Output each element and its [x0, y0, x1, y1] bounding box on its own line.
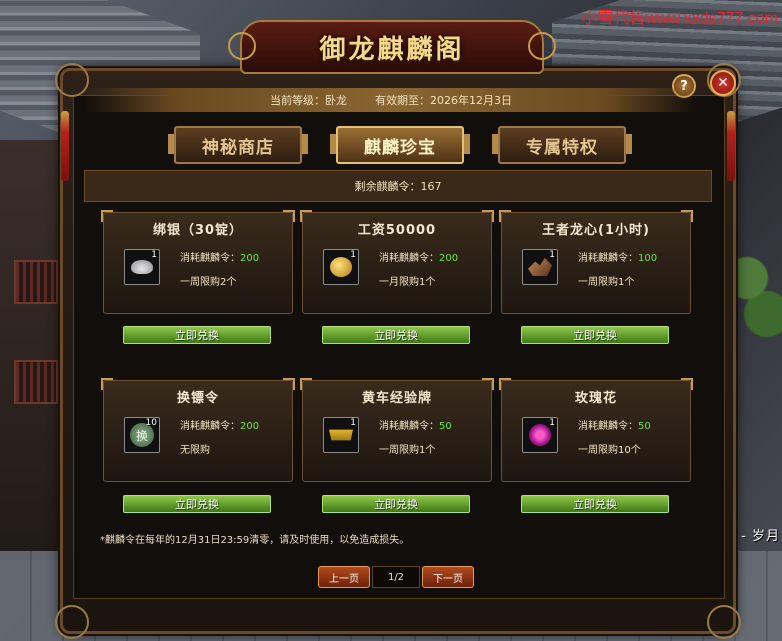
- corner-ornament: [55, 605, 89, 639]
- redeem-button[interactable]: 立即兑换: [521, 495, 669, 513]
- dragon-heart-icon[interactable]: 1: [522, 249, 558, 285]
- cost-prefix: 消耗麒麟令：: [379, 253, 439, 264]
- redeem-button[interactable]: 立即兑换: [322, 326, 470, 344]
- item-card: 王者龙心(1小时) 1 消耗麒麟令：100 一周限购1个: [499, 210, 693, 314]
- item-cost: 消耗麒麟令：50: [379, 417, 452, 432]
- redeem-button[interactable]: 立即兑换: [123, 495, 271, 513]
- item-card: 换镖令 换 10 消耗麒麟令：200 无限购: [101, 378, 295, 482]
- cost-prefix: 消耗麒麟令：: [379, 421, 439, 432]
- item-cost: 消耗麒麟令：200: [180, 249, 259, 264]
- cost-prefix: 消耗麒麟令：: [578, 421, 638, 432]
- item-name: 换镖令: [176, 391, 219, 406]
- redeem-button[interactable]: 立即兑换: [521, 326, 669, 344]
- item-cost: 消耗麒麟令：50: [578, 417, 651, 432]
- corner-ornament: [707, 605, 741, 639]
- escort-token-icon[interactable]: 换 10: [124, 417, 160, 453]
- silver-ingot-icon[interactable]: 1: [124, 249, 160, 285]
- item-name: 绑银（30锭）: [152, 223, 244, 238]
- tab-mystery-shop[interactable]: 神秘商店: [168, 126, 308, 164]
- window-title-banner: 御龙麒麟阁: [228, 20, 556, 74]
- item-card: 黄车经验牌 1 消耗麒麟令：50 一周限购1个: [300, 378, 494, 482]
- next-page-button[interactable]: 下一页: [422, 566, 474, 588]
- yellow-cart-icon[interactable]: 1: [323, 417, 359, 453]
- prev-page-button[interactable]: 上一页: [318, 566, 370, 588]
- valid-until: 有效期至：2026年12月3日: [375, 94, 512, 107]
- item-name: 王者龙心(1小时): [542, 223, 650, 238]
- redeem-button[interactable]: 立即兑换: [322, 495, 470, 513]
- tab-qilin-treasure[interactable]: 麒麟珍宝: [330, 126, 470, 164]
- purchase-limit: 一周限购1个: [578, 277, 635, 288]
- item-name: 玫瑰花: [574, 391, 617, 406]
- item-card: 绑银（30锭） 1 消耗麒麟令：200 一周限购2个: [101, 210, 295, 314]
- window-decoration: [14, 360, 58, 404]
- item-quantity: 1: [350, 418, 356, 428]
- watermark-text: 小雪代售www.xxds777.com: [581, 10, 779, 27]
- item-cost: 消耗麒麟令：100: [578, 249, 657, 264]
- current-level: 当前等级：卧龙: [270, 94, 347, 107]
- item-name: 黄车经验牌: [361, 391, 432, 406]
- tab-bar: 神秘商店 麒麟珍宝 专属特权: [0, 126, 782, 164]
- purchase-limit: 无限购: [180, 445, 210, 456]
- item-quantity: 1: [549, 418, 555, 428]
- purchase-limit: 一月限购1个: [379, 277, 436, 288]
- purchase-limit: 一周限购2个: [180, 277, 237, 288]
- redeem-button[interactable]: 立即兑换: [123, 326, 271, 344]
- gold-coins-icon[interactable]: 1: [323, 249, 359, 285]
- flourish-decoration: [528, 32, 556, 60]
- item-name: 工资50000: [357, 223, 437, 238]
- cost-prefix: 消耗麒麟令：: [180, 421, 240, 432]
- cost-prefix: 消耗麒麟令：: [180, 253, 240, 264]
- item-cost: 消耗麒麟令：200: [379, 249, 458, 264]
- tree-decoration: [732, 230, 782, 350]
- purchase-limit: 一周限购10个: [578, 445, 641, 456]
- window-title: 御龙麒麟阁: [319, 34, 465, 65]
- cost-value: 50: [439, 421, 452, 432]
- reset-notice: *麒麟令在每年的12月31日23:59清零，请及时使用，以免造成损失。: [100, 535, 410, 546]
- item-quantity: 1: [549, 250, 555, 260]
- cost-value: 100: [638, 253, 658, 264]
- item-cost: 消耗麒麟令：200: [180, 417, 259, 432]
- item-card: 玫瑰花 1 消耗麒麟令：50 一周限购10个: [499, 378, 693, 482]
- cost-value: 200: [240, 421, 260, 432]
- item-quantity: 1: [350, 250, 356, 260]
- rose-icon[interactable]: 1: [522, 417, 558, 453]
- page-indicator: 1/2: [372, 566, 420, 588]
- item-quantity: 10: [145, 418, 157, 428]
- close-button[interactable]: ✕: [710, 70, 736, 96]
- cost-value: 200: [240, 253, 260, 264]
- cost-prefix: 消耗麒麟令：: [578, 253, 638, 264]
- item-quantity: 1: [151, 250, 157, 260]
- cost-value: 200: [439, 253, 459, 264]
- window-decoration: [14, 260, 58, 304]
- tab-exclusive-privilege[interactable]: 专属特权: [492, 126, 632, 164]
- item-card: 工资50000 1 消耗麒麟令：200 一月限购1个: [300, 210, 494, 314]
- flourish-decoration: [228, 32, 256, 60]
- remaining-tokens: 剩余麒麟令：167: [84, 170, 712, 202]
- purchase-limit: 一周限购1个: [379, 445, 436, 456]
- status-info-bar: 当前等级：卧龙 有效期至：2026年12月3日: [84, 88, 698, 112]
- cost-value: 50: [638, 421, 651, 432]
